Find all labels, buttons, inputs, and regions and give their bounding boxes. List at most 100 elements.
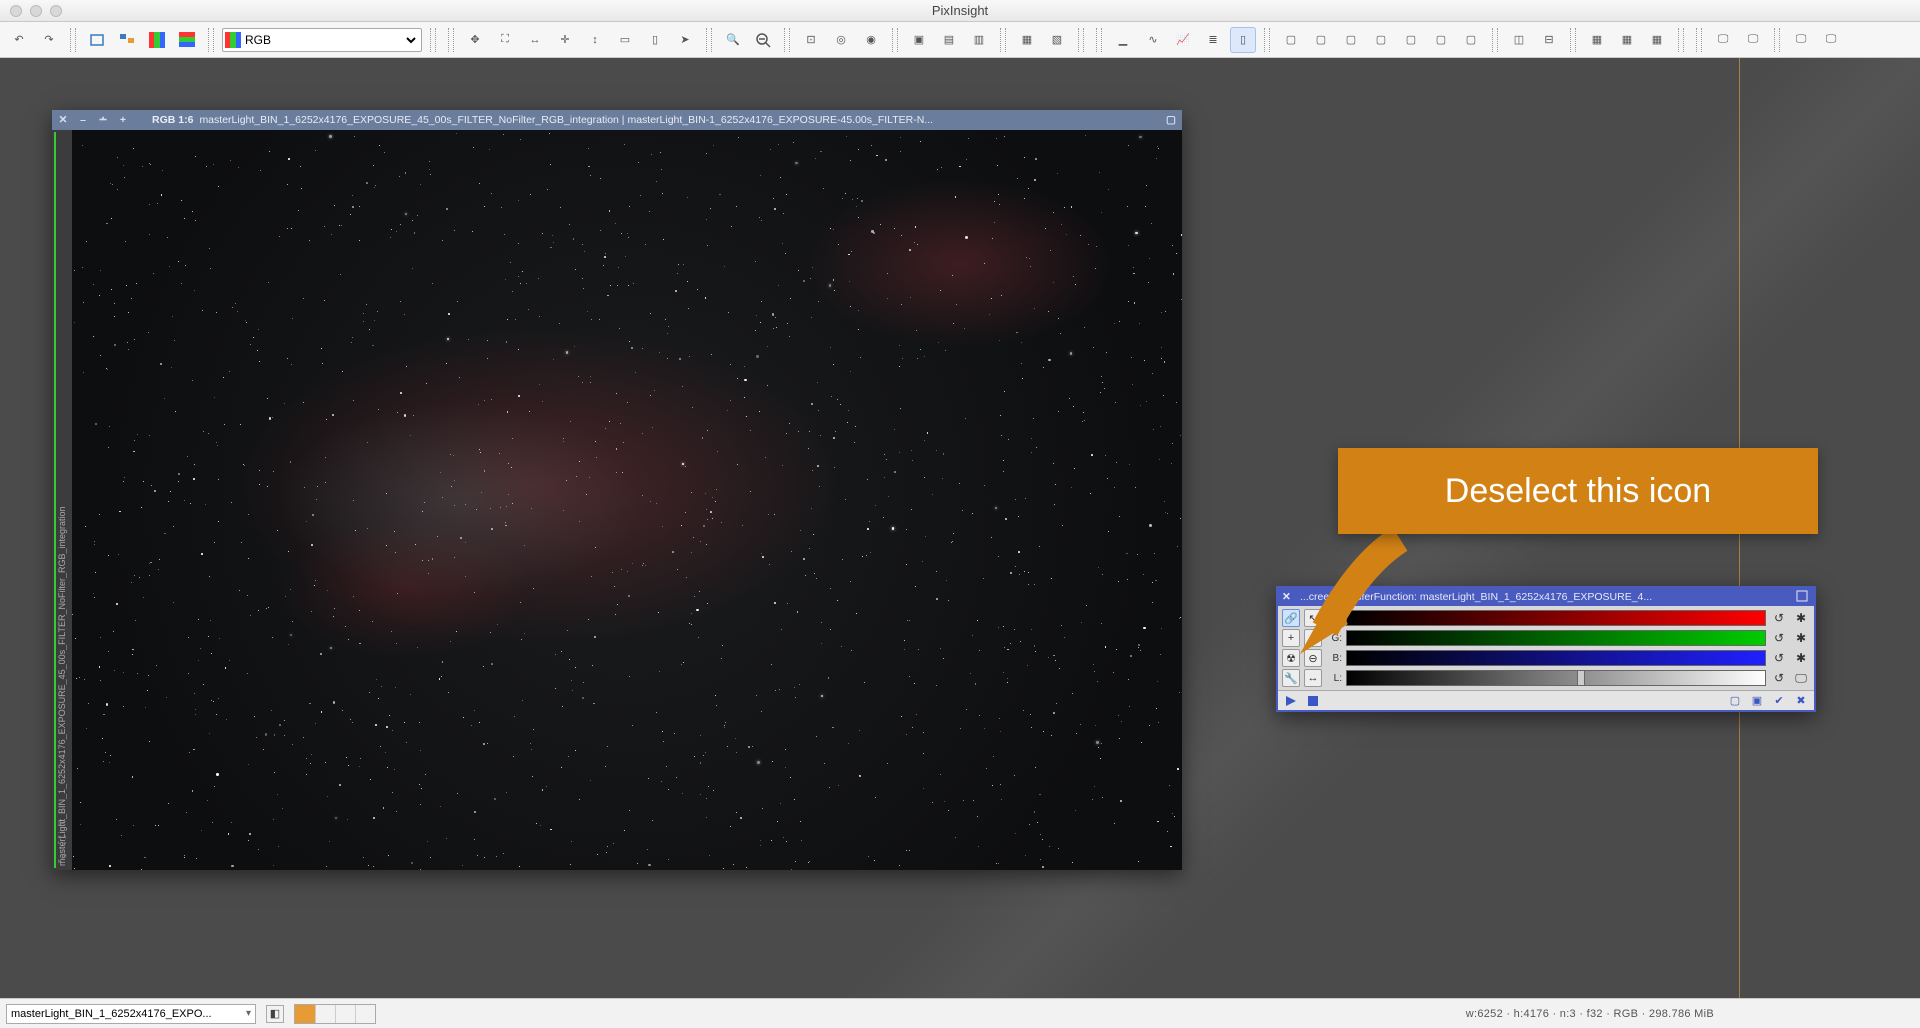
fit-view-icon[interactable]: ⛶ xyxy=(492,27,518,53)
sidebar-expand-icon[interactable]: ⤢ xyxy=(55,852,69,866)
workspace-thumb-4[interactable] xyxy=(355,1005,375,1023)
channel-selector[interactable]: RGB xyxy=(222,28,422,52)
window-a-icon[interactable]: ▦ xyxy=(1014,27,1040,53)
screen2-icon[interactable]: 🖵 xyxy=(1818,27,1844,53)
monitor-icon[interactable]: 🖵 xyxy=(1710,27,1736,53)
apply-global-icon[interactable] xyxy=(1306,694,1320,708)
layer7-icon[interactable]: ▢ xyxy=(1458,27,1484,53)
image-canvas[interactable] xyxy=(72,130,1182,870)
readout2-icon[interactable]: ▯ xyxy=(642,27,668,53)
pan-c-icon[interactable]: ▥ xyxy=(966,27,992,53)
shrink-icon[interactable]: ∸ xyxy=(96,113,110,127)
layer5-icon[interactable]: ▢ xyxy=(1398,27,1424,53)
close-window-icon[interactable] xyxy=(10,5,22,17)
minimize-icon[interactable]: – xyxy=(76,113,90,127)
zoom-out-icon[interactable]: ⊖ xyxy=(1304,649,1322,667)
reset-l-icon[interactable]: ↺ xyxy=(1770,669,1788,687)
options-g-icon[interactable]: ✱ xyxy=(1792,629,1810,647)
auto-stretch-icon[interactable]: ☢ xyxy=(1282,649,1300,667)
stf-titlebar[interactable]: ✕ ...creenTransferFunction: masterLight_… xyxy=(1278,588,1814,606)
histogram-icon[interactable]: ▁ xyxy=(1110,27,1136,53)
channel-select[interactable]: RGB xyxy=(241,32,419,48)
view-selector-input[interactable] xyxy=(11,1008,242,1020)
crosshair-icon[interactable]: ✛ xyxy=(552,27,578,53)
wrench-icon[interactable]: 🔧 xyxy=(1282,669,1300,687)
tile-windows-icon[interactable] xyxy=(114,27,140,53)
hscroll-icon[interactable]: ↔ xyxy=(1304,669,1322,687)
maximize-window-icon[interactable] xyxy=(50,5,62,17)
new-image-icon[interactable] xyxy=(84,27,110,53)
readout-icon[interactable]: ▭ xyxy=(612,27,638,53)
expand-v-icon[interactable]: ↕ xyxy=(582,27,608,53)
move-tool-icon[interactable]: ✥ xyxy=(462,27,488,53)
zoom-actual-icon[interactable]: ◉ xyxy=(858,27,884,53)
stf-window[interactable]: ✕ ...creenTransferFunction: masterLight_… xyxy=(1276,586,1816,712)
pointer-icon[interactable]: ➤ xyxy=(672,27,698,53)
workspace-thumb-1[interactable] xyxy=(295,1005,315,1023)
r-slider[interactable] xyxy=(1346,610,1766,626)
close-icon[interactable]: ✕ xyxy=(56,113,70,127)
image-window-titlebar[interactable]: ✕ – ∸ + RGB 1:6 masterLight_BIN_1_6252x4… xyxy=(52,110,1182,130)
zoom-out-icon[interactable] xyxy=(750,27,776,53)
view-selector[interactable]: ▾ xyxy=(6,1004,256,1024)
redo-icon[interactable]: ↷ xyxy=(36,27,62,53)
view-lock-icon[interactable]: ◧ xyxy=(266,1005,284,1023)
expand-h-icon[interactable]: ↔ xyxy=(522,27,548,53)
tile-v-icon[interactable]: ⊟ xyxy=(1536,27,1562,53)
pointer-icon[interactable]: ↖ xyxy=(1304,609,1322,627)
zoom-1to1-icon[interactable]: ◎ xyxy=(828,27,854,53)
zoom-fit-icon[interactable]: ⊡ xyxy=(798,27,824,53)
layer4-icon[interactable]: ▢ xyxy=(1368,27,1394,53)
stf-shade-icon[interactable] xyxy=(1796,590,1810,604)
layer6-icon[interactable]: ▢ xyxy=(1428,27,1454,53)
screen1-icon[interactable]: 🖵 xyxy=(1788,27,1814,53)
workspace-thumbs[interactable] xyxy=(294,1004,376,1024)
pan-a-icon[interactable]: ▣ xyxy=(906,27,932,53)
options-r-icon[interactable]: ✱ xyxy=(1792,609,1810,627)
zoom-in-icon[interactable]: + xyxy=(1282,629,1300,647)
grid-b-icon[interactable]: ▦ xyxy=(1614,27,1640,53)
check-icon[interactable]: ✔ xyxy=(1772,694,1786,708)
workspace-thumb-2[interactable] xyxy=(315,1005,335,1023)
screen-l-icon[interactable]: 🖵 xyxy=(1792,669,1810,687)
doc-icon[interactable]: ▣ xyxy=(1750,694,1764,708)
reset-g-icon[interactable]: ↺ xyxy=(1770,629,1788,647)
window-menu-icon[interactable]: ▢ xyxy=(1164,113,1178,127)
stack-icon[interactable]: ≣ xyxy=(1200,27,1226,53)
zoom-in2-icon[interactable]: ⊕ xyxy=(1304,629,1322,647)
link-channels-icon[interactable]: 🔗 xyxy=(1282,609,1300,627)
layer3-icon[interactable]: ▢ xyxy=(1338,27,1364,53)
panel-selected-icon[interactable]: ▯ xyxy=(1230,27,1256,53)
reset-b-icon[interactable]: ↺ xyxy=(1770,649,1788,667)
pan-b-icon[interactable]: ▤ xyxy=(936,27,962,53)
new-instance-icon[interactable]: ▢ xyxy=(1728,694,1742,708)
b-slider[interactable] xyxy=(1346,650,1766,666)
layer1-icon[interactable]: ▢ xyxy=(1278,27,1304,53)
zoom-in-icon[interactable]: 🔍 xyxy=(720,27,746,53)
chevron-down-icon[interactable]: ▾ xyxy=(246,1008,251,1019)
layer2-icon[interactable]: ▢ xyxy=(1308,27,1334,53)
grid-c-icon[interactable]: ▦ xyxy=(1644,27,1670,53)
curves-icon[interactable]: ∿ xyxy=(1140,27,1166,53)
g-slider[interactable] xyxy=(1346,630,1766,646)
rgb-palette-icon[interactable] xyxy=(144,27,170,53)
close-icon[interactable]: ✕ xyxy=(1282,591,1296,603)
l-slider[interactable] xyxy=(1346,670,1766,686)
rgb-palette2-icon[interactable] xyxy=(174,27,200,53)
minimize-window-icon[interactable] xyxy=(30,5,42,17)
grid-a-icon[interactable]: ▦ xyxy=(1584,27,1610,53)
options-b-icon[interactable]: ✱ xyxy=(1792,649,1810,667)
grow-icon[interactable]: + xyxy=(116,113,130,127)
sidebar-fit-icon[interactable]: ⛶ xyxy=(55,834,69,848)
workspace-thumb-3[interactable] xyxy=(335,1005,355,1023)
window-b-icon[interactable]: ▧ xyxy=(1044,27,1070,53)
image-window[interactable]: ✕ – ∸ + RGB 1:6 masterLight_BIN_1_6252x4… xyxy=(52,110,1182,870)
graph-icon[interactable]: 📈 xyxy=(1170,27,1196,53)
undo-icon[interactable]: ↶ xyxy=(6,27,32,53)
display-icon[interactable]: 🖵 xyxy=(1740,27,1766,53)
sidebar-crop-icon[interactable]: ✂ xyxy=(55,816,69,830)
tile-h-icon[interactable]: ◫ xyxy=(1506,27,1532,53)
reset-icon[interactable]: ✖ xyxy=(1794,694,1808,708)
reset-r-icon[interactable]: ↺ xyxy=(1770,609,1788,627)
apply-icon[interactable] xyxy=(1284,694,1298,708)
